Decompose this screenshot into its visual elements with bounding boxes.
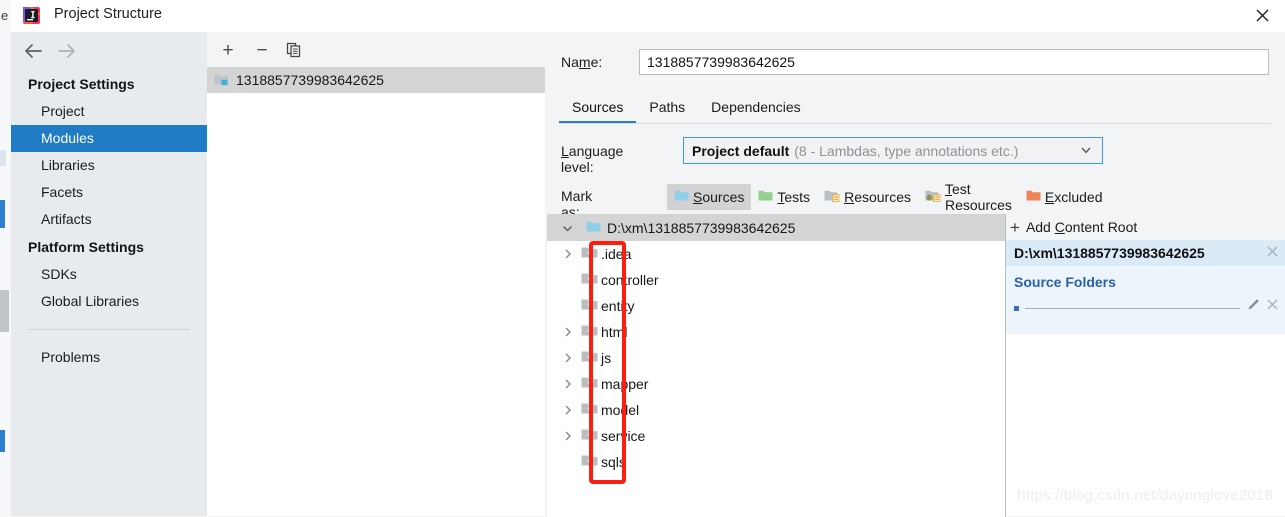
sidebar-toolbar	[11, 32, 207, 70]
module-list-item-label: 1318857739983642625	[236, 72, 384, 88]
mark-as-sources-label: Sources	[693, 189, 745, 205]
add-content-root-button[interactable]: + Add Content Root	[1006, 214, 1285, 240]
close-icon[interactable]	[1239, 0, 1285, 31]
chevron-down-icon	[1079, 143, 1093, 160]
mark-as-excluded-label: Excluded	[1044, 189, 1103, 205]
sidebar-group-project-settings: Project Settings	[28, 76, 135, 92]
arrow-right-icon	[55, 41, 77, 61]
sidebar-item-global-libraries[interactable]: Global Libraries	[11, 288, 207, 315]
mark-as-sources-button[interactable]: Sources	[667, 184, 752, 210]
module-name-label: Name:	[561, 54, 603, 70]
content-root-folder-icon	[586, 220, 601, 236]
sidebar-item-libraries[interactable]: Libraries	[11, 152, 207, 179]
test-resources-folder-icon	[925, 189, 941, 205]
close-icon[interactable]	[1266, 298, 1279, 314]
chevron-right-icon[interactable]	[555, 378, 581, 390]
add-content-root-label: Add Content Root	[1025, 219, 1138, 235]
sidebar-item-modules[interactable]: Modules	[11, 125, 207, 152]
add-module-button[interactable]: +	[217, 39, 239, 61]
title-bar: Project Structure	[11, 0, 1285, 33]
watermark: https://blog.csdn.net/dayonglove2018	[1017, 487, 1273, 504]
mark-as-buttons: Sources Tests Resources Test Resources E…	[667, 181, 1110, 213]
tab-sources[interactable]: Sources	[559, 94, 637, 123]
mark-as-resources-button[interactable]: Resources	[817, 184, 918, 210]
sidebar-item-project[interactable]: Project	[11, 98, 207, 125]
chevron-right-icon[interactable]	[555, 326, 581, 338]
excluded-folder-icon	[1026, 189, 1041, 205]
arrow-left-icon[interactable]	[23, 41, 45, 61]
module-detail-panel: Name: 1318857739983642625 Sources Paths …	[545, 32, 1285, 517]
background-window-text: e	[1, 8, 9, 23]
detail-tabs: Sources Paths Dependencies	[559, 94, 1271, 124]
sidebar-item-facets[interactable]: Facets	[11, 179, 207, 206]
background-mark-1	[0, 150, 6, 166]
language-level-hint: (8 - Lambdas, type annotations etc.)	[794, 142, 1019, 159]
language-level-select[interactable]: Project default (8 - Lambdas, type annot…	[683, 137, 1103, 164]
content-roots-panel: + Add Content Root D:\xm\131885773998364…	[1006, 214, 1285, 516]
chevron-down-icon[interactable]	[554, 222, 580, 235]
tab-dependencies[interactable]: Dependencies	[698, 94, 814, 123]
tabs-underline	[559, 123, 1271, 124]
sidebar-group-platform-settings: Platform Settings	[28, 239, 144, 255]
settings-sidebar: Project Settings Project Modules Librari…	[11, 32, 208, 516]
module-folder-icon	[214, 72, 229, 89]
tests-folder-icon	[758, 189, 773, 205]
source-folder-row[interactable]	[1006, 290, 1285, 322]
chevron-right-icon[interactable]	[555, 248, 581, 260]
plus-icon: +	[1010, 217, 1020, 237]
chevron-right-icon[interactable]	[555, 352, 581, 364]
copy-module-button[interactable]	[283, 39, 305, 61]
source-folders-title: Source Folders	[1014, 274, 1116, 290]
sidebar-item-problems[interactable]: Problems	[11, 344, 207, 371]
tree-root-row[interactable]: D:\xm\1318857739983642625	[547, 215, 1005, 241]
background-mark-4	[0, 430, 5, 452]
window-title: Project Structure	[54, 6, 162, 22]
sources-folder-icon	[674, 189, 689, 205]
annotation-highlight-rectangle	[589, 241, 626, 484]
background-mark-3	[0, 290, 9, 332]
chevron-right-icon[interactable]	[555, 430, 581, 442]
mark-as-resources-label: Resources	[844, 189, 911, 205]
content-root-path: D:\xm\1318857739983642625	[1014, 245, 1205, 261]
source-folders-filler	[1006, 322, 1285, 334]
sidebar-divider	[28, 329, 190, 330]
mark-as-test-resources-label: Test Resources	[945, 181, 1012, 213]
intellij-idea-icon	[22, 6, 41, 25]
project-structure-dialog: Project Structure Project Settings Proje…	[11, 0, 1285, 517]
module-name-row: Name: 1318857739983642625	[561, 49, 1269, 77]
pencil-icon[interactable]	[1246, 298, 1260, 315]
source-folder-path	[1025, 308, 1240, 309]
sidebar-item-sdks[interactable]: SDKs	[11, 261, 207, 288]
screen: e Project Structure Project Settings Pro…	[0, 0, 1285, 517]
source-folders-section: Source Folders	[1006, 266, 1285, 290]
mark-as-tests-button[interactable]: Tests	[751, 184, 817, 210]
remove-module-button[interactable]: −	[251, 39, 273, 61]
language-level-value: Project default	[692, 142, 790, 159]
content-root-row[interactable]: D:\xm\1318857739983642625	[1006, 240, 1285, 266]
mark-as-test-resources-button[interactable]: Test Resources	[918, 181, 1019, 213]
mark-as-tests-label: Tests	[777, 189, 811, 205]
resources-folder-icon	[824, 189, 840, 205]
module-list-panel: + − 1318857739983642625	[207, 32, 546, 516]
background-mark-2	[0, 200, 5, 228]
module-list-item[interactable]: 1318857739983642625	[207, 67, 545, 93]
sidebar-item-artifacts[interactable]: Artifacts	[11, 206, 207, 233]
language-level-label: Language level:	[561, 143, 624, 175]
close-icon[interactable]	[1266, 245, 1279, 261]
mark-as-excluded-button[interactable]: Excluded	[1019, 184, 1110, 210]
tree-root-label: D:\xm\1318857739983642625	[607, 220, 796, 236]
chevron-right-icon[interactable]	[555, 404, 581, 416]
source-folder-marker-icon	[1014, 305, 1019, 311]
module-name-input[interactable]: 1318857739983642625	[639, 49, 1269, 75]
module-list-toolbar: + −	[207, 32, 545, 67]
tab-paths[interactable]: Paths	[636, 94, 698, 123]
